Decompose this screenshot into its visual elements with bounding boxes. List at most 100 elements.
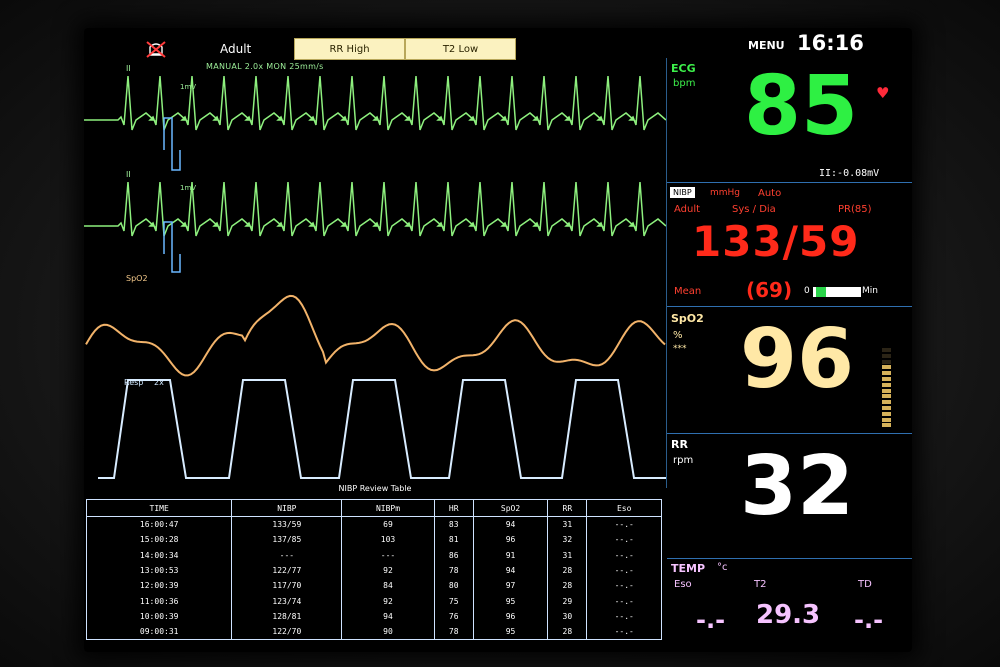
table-cell: 31 bbox=[547, 547, 588, 563]
table-row[interactable]: 10:00:39 128/81 94 76 96 30 --.- bbox=[85, 608, 662, 625]
spo2-signal-segment bbox=[882, 359, 891, 364]
spo2-unit: % bbox=[673, 330, 683, 341]
table-cell: 94 bbox=[472, 516, 549, 533]
table-row[interactable]: 13:00:53 122/77 92 78 94 28 --.- bbox=[85, 562, 662, 579]
table-cell: 75 bbox=[433, 593, 474, 609]
temp-channel-name-t2: T2 bbox=[754, 579, 767, 590]
alarm-message-t2-low[interactable]: T2 Low bbox=[405, 38, 516, 60]
panel-divider bbox=[667, 433, 912, 434]
monitor-screen: Adult RR High T2 Low MENU 16:16 II MANUA… bbox=[84, 28, 912, 652]
table-cell: 117/70 bbox=[231, 578, 343, 594]
heart-rate-value[interactable]: 85 bbox=[744, 62, 858, 152]
table-cell: 15:00:28 bbox=[85, 532, 233, 548]
table-row[interactable]: 12:00:39 117/70 84 80 97 28 --.- bbox=[85, 578, 662, 594]
heart-beat-icon: ♥ bbox=[876, 84, 890, 102]
table-row[interactable]: 16:00:47 133/59 69 83 94 31 --.- bbox=[85, 516, 662, 533]
nibp-progress-bar bbox=[813, 287, 861, 297]
temp-channel-name-td: TD bbox=[858, 579, 872, 590]
table-cell: 81 bbox=[433, 532, 474, 548]
table-row[interactable]: 15:00:28 137/85 103 81 96 32 --.- bbox=[85, 532, 662, 548]
nibp-review-table-title: NIBP Review Table bbox=[338, 484, 412, 493]
table-cell: --.- bbox=[586, 547, 662, 563]
table-header-row: TIME NIBP NIBPm HR SpO2 RR Eso bbox=[85, 499, 662, 517]
table-cell: 92 bbox=[341, 593, 435, 609]
spo2-signal-segment bbox=[882, 400, 891, 405]
table-row[interactable]: 14:00:34 --- --- 86 91 31 --.- bbox=[85, 547, 662, 563]
ecg-panel-label[interactable]: ECG bbox=[671, 62, 696, 75]
table-cell: 92 bbox=[341, 562, 435, 579]
table-cell: 29 bbox=[547, 593, 588, 609]
nibp-sub-label: Sys / Dia bbox=[732, 204, 776, 215]
spo2-pleth-waveform bbox=[85, 294, 666, 377]
nibp-pulse-rate: PR(85) bbox=[838, 204, 872, 215]
table-cell: 96 bbox=[472, 608, 549, 625]
temp-panel-label[interactable]: TEMP bbox=[671, 562, 705, 575]
nibp-bar-zero: 0 bbox=[804, 286, 810, 296]
nibp-value[interactable]: 133/59 bbox=[692, 218, 859, 266]
table-cell: 10:00:39 bbox=[85, 608, 233, 625]
table-cell: --.- bbox=[586, 578, 662, 594]
table-cell: --.- bbox=[586, 532, 662, 548]
table-cell: 28 bbox=[547, 562, 588, 579]
table-cell: --.- bbox=[586, 562, 662, 579]
temp-eso-value[interactable]: -.- bbox=[696, 606, 725, 634]
table-cell: 12:00:39 bbox=[85, 578, 233, 594]
table-cell: 78 bbox=[433, 562, 474, 579]
table-header-cell: SpO2 bbox=[472, 499, 549, 517]
table-cell: 11:00:36 bbox=[85, 593, 233, 609]
table-cell: 95 bbox=[472, 593, 549, 609]
spo2-value[interactable]: 96 bbox=[740, 315, 854, 405]
temp-unit: °c bbox=[717, 562, 728, 573]
table-row[interactable]: 09:00:31 122/70 90 78 95 28 --.- bbox=[85, 624, 662, 640]
spo2-signal-segment bbox=[882, 411, 891, 416]
nibp-mode[interactable]: Auto bbox=[758, 188, 781, 199]
table-cell: 28 bbox=[547, 578, 588, 594]
table-cell: 31 bbox=[547, 516, 588, 533]
table-cell: 80 bbox=[433, 578, 474, 594]
table-cell: 137/85 bbox=[231, 532, 343, 548]
table-cell: 94 bbox=[341, 608, 435, 625]
menu-button[interactable]: MENU bbox=[748, 39, 785, 52]
table-cell: 32 bbox=[547, 532, 588, 548]
rr-panel-label[interactable]: RR bbox=[671, 438, 688, 451]
table-cell: 16:00:47 bbox=[85, 516, 233, 533]
table-cell: --.- bbox=[586, 516, 662, 533]
table-cell: 128/81 bbox=[231, 608, 343, 625]
table-cell: --.- bbox=[586, 624, 662, 640]
spo2-signal-segment bbox=[882, 371, 891, 376]
spo2-signal-segment bbox=[882, 376, 891, 381]
spo2-panel-label[interactable]: SpO2 bbox=[671, 312, 704, 325]
spo2-signal-segment bbox=[882, 394, 891, 399]
rr-value[interactable]: 32 bbox=[740, 442, 854, 532]
spo2-signal-segment bbox=[882, 382, 891, 387]
table-cell: 13:00:53 bbox=[85, 562, 233, 579]
st-segment-value: II:-0.08mV bbox=[819, 168, 880, 179]
nibp-mean-label: Mean bbox=[674, 286, 702, 297]
rr-unit: rpm bbox=[673, 455, 694, 466]
spo2-signal-bar bbox=[882, 348, 891, 430]
temp-td-value[interactable]: -.- bbox=[854, 606, 883, 634]
table-cell: --.- bbox=[586, 608, 662, 625]
waveform-divider bbox=[666, 58, 667, 488]
table-cell: --- bbox=[231, 547, 343, 563]
table-cell: 78 bbox=[433, 624, 474, 640]
nibp-progress-fill bbox=[816, 287, 826, 297]
table-cell: 96 bbox=[472, 532, 549, 548]
table-header-cell: Eso bbox=[586, 499, 662, 517]
table-cell: 83 bbox=[433, 516, 474, 533]
alarm-silenced-icon[interactable] bbox=[146, 41, 166, 58]
alarm-message-rr-high[interactable]: RR High bbox=[294, 38, 405, 60]
spo2-signal-segment bbox=[882, 405, 891, 410]
temp-t2-value[interactable]: 29.3 bbox=[756, 600, 820, 630]
table-header-cell: NIBP bbox=[231, 499, 343, 517]
nibp-panel-label[interactable]: NIBP bbox=[670, 187, 695, 198]
table-cell: --.- bbox=[586, 593, 662, 609]
nibp-unit: mmHg bbox=[710, 188, 741, 198]
table-cell: 86 bbox=[433, 547, 474, 563]
table-cell: 76 bbox=[433, 608, 474, 625]
table-row[interactable]: 11:00:36 123/74 92 75 95 29 --.- bbox=[85, 593, 662, 609]
table-header-cell: HR bbox=[433, 499, 474, 517]
table-cell: 133/59 bbox=[231, 516, 343, 533]
table-header-cell: RR bbox=[547, 499, 588, 517]
spo2-signal-segment bbox=[882, 417, 891, 422]
